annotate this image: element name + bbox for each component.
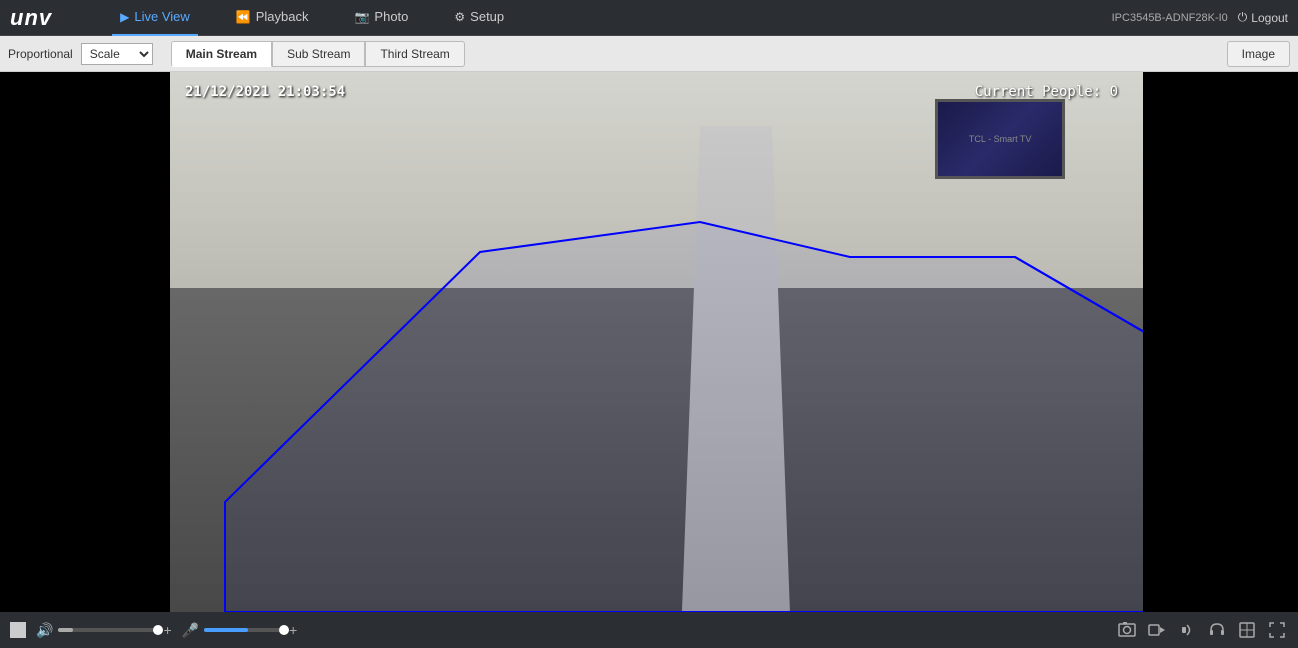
app-logo: unv	[10, 5, 52, 31]
tv-unit: TCL - Smart TV	[935, 99, 1065, 179]
stop-button[interactable]	[10, 622, 26, 638]
proportional-label: Proportional	[8, 47, 73, 61]
tab-main-stream[interactable]: Main Stream	[171, 41, 272, 67]
logout-icon: ⏻	[1238, 10, 1248, 25]
nav-menu: ▶ Live View ⏪ Playback 📷 Photo ⚙ Setup	[112, 0, 1112, 36]
record-icon	[1148, 621, 1166, 639]
nav-label-playback: Playback	[256, 9, 309, 24]
snapshot-button[interactable]	[1116, 619, 1138, 641]
device-id: IPC3545B-ADNF28K-I0	[1112, 12, 1228, 24]
record-button[interactable]	[1146, 619, 1168, 641]
black-bar-left	[0, 72, 170, 612]
black-bar-right	[1143, 72, 1298, 612]
mic-fill	[204, 628, 248, 632]
volume-thumb[interactable]	[153, 625, 163, 635]
video-container: TCL - Smart TV 21/12/2021 21:03:54 Curre…	[0, 72, 1298, 612]
nav-item-setup[interactable]: ⚙ Setup	[446, 0, 512, 36]
volume-icon[interactable]: 🔊	[36, 622, 53, 639]
people-count-value: 0	[1110, 84, 1118, 100]
nav-label-setup: Setup	[470, 9, 504, 24]
mic-icon[interactable]: 🎤	[182, 622, 199, 639]
audio-out-button[interactable]	[1176, 619, 1198, 641]
bottom-right-buttons	[1116, 619, 1288, 641]
nav-item-playback[interactable]: ⏪ Playback	[228, 0, 317, 36]
stream-toolbar: Proportional Scale Full Original Main St…	[0, 36, 1298, 72]
headset-button[interactable]	[1206, 619, 1228, 641]
logout-button[interactable]: ⏻ Logout	[1238, 10, 1288, 25]
mic-thumb[interactable]	[279, 625, 289, 635]
fullscreen-icon	[1268, 621, 1286, 639]
image-button[interactable]: Image	[1227, 41, 1290, 67]
volume-fill	[58, 628, 73, 632]
mic-slider[interactable]	[204, 628, 284, 632]
scale-select[interactable]: Scale Full Original	[81, 43, 153, 65]
tab-sub-stream[interactable]: Sub Stream	[272, 41, 365, 67]
fullscreen-button[interactable]	[1266, 619, 1288, 641]
photo-icon: 📷	[354, 10, 369, 24]
nav-label-live-view: Live View	[134, 9, 189, 24]
mic-section: 🎤 +	[182, 622, 298, 639]
nav-item-live-view[interactable]: ▶ Live View	[112, 0, 198, 36]
people-count-overlay: Current People: 0	[975, 84, 1118, 100]
nav-label-photo: Photo	[374, 9, 408, 24]
tv-screen: TCL - Smart TV	[938, 102, 1062, 176]
stream-tabs: Main Stream Sub Stream Third Stream	[171, 41, 465, 67]
playback-icon: ⏪	[236, 10, 251, 24]
camera-feed: TCL - Smart TV	[170, 72, 1143, 612]
room-floor	[170, 288, 1143, 612]
people-count-label: Current People:	[975, 84, 1101, 100]
video-timestamp: 21/12/2021 21:03:54	[185, 84, 345, 100]
volume-section: 🔊 +	[36, 622, 172, 639]
nav-right-section: IPC3545B-ADNF28K-I0 ⏻ Logout	[1112, 10, 1288, 25]
partial-fullscreen-button[interactable]	[1236, 619, 1258, 641]
snapshot-icon	[1118, 621, 1136, 639]
audio-out-icon	[1178, 621, 1196, 639]
nav-item-photo[interactable]: 📷 Photo	[346, 0, 416, 36]
volume-slider[interactable]	[58, 628, 158, 632]
logout-label: Logout	[1251, 11, 1288, 25]
setup-icon: ⚙	[454, 10, 465, 24]
top-navigation: unv ▶ Live View ⏪ Playback 📷 Photo ⚙ Set…	[0, 0, 1298, 36]
tab-third-stream[interactable]: Third Stream	[365, 41, 464, 67]
headset-icon	[1208, 621, 1226, 639]
room-scene: TCL - Smart TV	[170, 72, 1143, 612]
partial-fullscreen-icon	[1238, 621, 1256, 639]
live-view-icon: ▶	[120, 10, 129, 24]
volume-plus-icon[interactable]: +	[163, 622, 171, 638]
mic-plus-icon[interactable]: +	[289, 622, 297, 638]
bottom-controls-bar: 🔊 + 🎤 +	[0, 612, 1298, 648]
